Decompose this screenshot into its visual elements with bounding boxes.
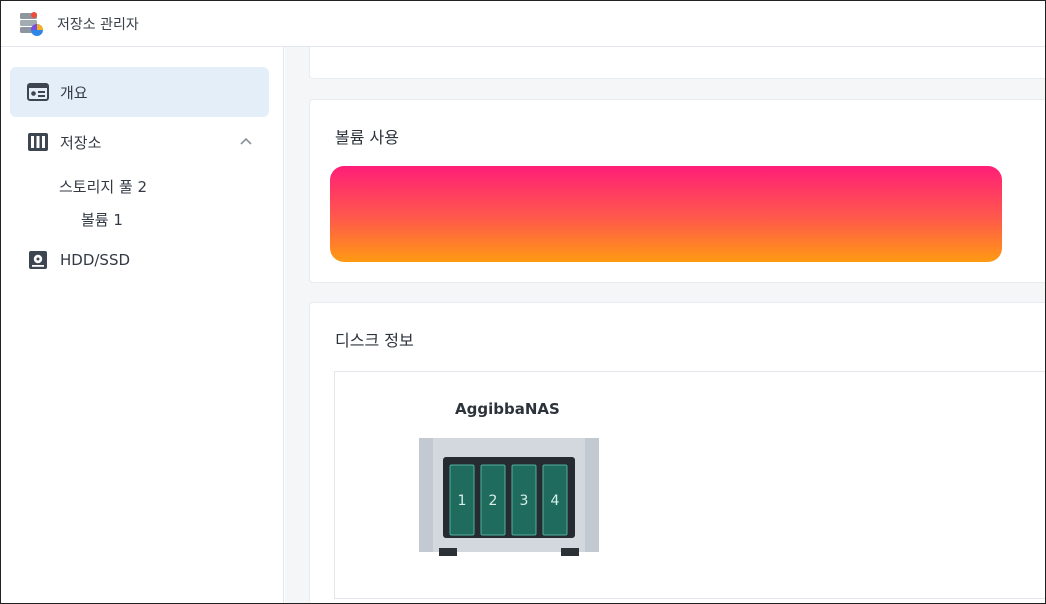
hdd-icon <box>27 250 49 270</box>
usage-progress-bar <box>707 198 947 206</box>
disk-info-title: 디스크 정보 <box>335 331 414 350</box>
overview-card <box>309 47 1045 79</box>
usage-progress-fill <box>707 198 740 206</box>
sidebar-item-hdd-ssd[interactable]: HDD/SSD <box>10 235 269 285</box>
drive-bay-label: 3 <box>520 493 529 509</box>
storage-icon <box>27 132 49 152</box>
sidebar-item-label: HDD/SSD <box>60 251 131 269</box>
volume-name: 볼륨 1 <box>418 196 460 214</box>
nas-name: AggibbaNAS <box>455 400 560 418</box>
title-bar: 저장소 관리자 <box>1 1 1045 47</box>
drive-bay-label: 4 <box>551 493 560 509</box>
sidebar-item-volume-1[interactable]: 볼륨 1 <box>81 209 123 230</box>
volume-usage-title: 볼륨 사용 <box>335 128 399 147</box>
free-capacity: 여유 공간 9 TB <box>768 224 867 242</box>
usage-separator: | <box>759 224 765 242</box>
nas-panel: AggibbaNAS 1 2 3 4 <box>334 371 1045 599</box>
sidebar-item-storage[interactable]: 저장소 <box>10 117 269 167</box>
volume-usage-card: 볼륨 사용 볼륨 1 스토리지 풀 2 1.4 TB | 여유 공간 9 TB <box>309 99 1045 283</box>
sidebar: 개요 저장소 스토리지 풀 2 볼륨 1 HDD/SSD <box>1 47 284 603</box>
volume-usage-text: 1.4 TB | 여유 공간 9 TB <box>707 222 867 243</box>
app-title: 저장소 관리자 <box>57 16 139 33</box>
volume-row[interactable]: 볼륨 1 스토리지 풀 2 1.4 TB | 여유 공간 9 TB <box>340 178 964 252</box>
volume-pool: 스토리지 풀 2 <box>418 224 507 242</box>
volume-cube-icon <box>360 198 398 236</box>
app-window: 저장소 관리자 개요 저장소 스토리지 풀 2 볼륨 1 HDD/SSD 볼륨 … <box>0 0 1046 604</box>
drive-bay-label: 1 <box>458 493 467 509</box>
used-capacity: 1.4 TB <box>707 224 756 242</box>
nas-device-icon[interactable]: 1 2 3 4 <box>419 438 599 558</box>
drive-bay-label: 2 <box>489 493 498 509</box>
overview-icon <box>27 82 49 102</box>
sidebar-item-overview[interactable]: 개요 <box>10 67 269 117</box>
chevron-up-icon[interactable] <box>239 134 253 148</box>
sidebar-item-label: 저장소 <box>60 133 102 152</box>
disk-info-card: 디스크 정보 AggibbaNAS 1 2 3 4 <box>309 302 1045 603</box>
main-content: 볼륨 사용 볼륨 1 스토리지 풀 2 1.4 TB | 여유 공간 9 TB … <box>285 47 1045 603</box>
sidebar-item-storage-pool-2[interactable]: 스토리지 풀 2 <box>59 176 147 197</box>
storage-manager-icon <box>17 10 45 38</box>
sidebar-item-label: 개요 <box>60 83 88 102</box>
